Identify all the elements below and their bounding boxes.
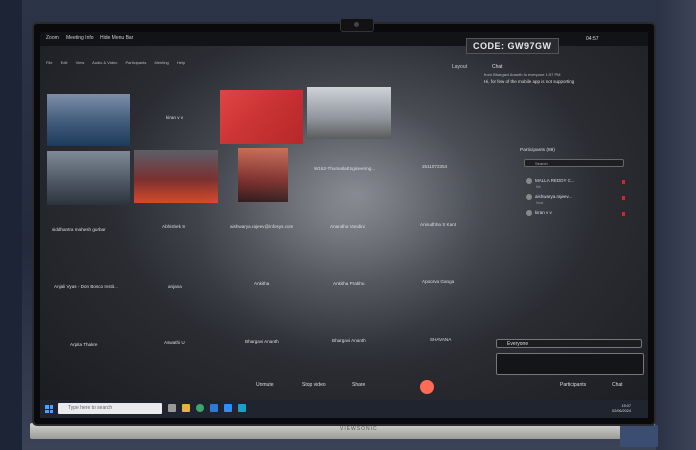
tile-name: Arpita Thakre bbox=[70, 342, 98, 347]
chat-recipient-dropdown[interactable]: Everyone bbox=[496, 339, 642, 348]
meeting-code-badge: CODE: GW97GW bbox=[466, 38, 559, 54]
end-call-button[interactable] bbox=[420, 380, 434, 394]
mic-muted-icon bbox=[622, 212, 625, 216]
tile-name: anjana bbox=[168, 284, 182, 289]
participant-row[interactable]: aishwarya.rajeev... bbox=[526, 194, 572, 200]
share-button[interactable]: Share bbox=[352, 382, 365, 388]
participant-row[interactable]: MALLA REDDY C... bbox=[526, 178, 575, 184]
video-tile-hall[interactable] bbox=[47, 151, 130, 205]
webcam-lens bbox=[354, 22, 359, 27]
participant-role: Me bbox=[536, 185, 541, 189]
video-tile-people[interactable] bbox=[238, 148, 288, 202]
menu-file[interactable]: File bbox=[46, 60, 52, 65]
menu-audio-video[interactable]: Audio & Video bbox=[92, 60, 117, 65]
window-clock: 04:57 bbox=[586, 36, 599, 42]
monitor-brand: VIEWSONIC bbox=[340, 426, 378, 432]
task-view-icon[interactable] bbox=[168, 404, 176, 412]
file-explorer-icon[interactable] bbox=[182, 404, 190, 412]
wall-right bbox=[656, 0, 696, 450]
tile-name: Apoorva Ganga bbox=[422, 279, 455, 284]
menu-help[interactable]: Help bbox=[177, 60, 185, 65]
zoom-icon[interactable] bbox=[224, 404, 232, 412]
chat-message-text: Hi, for few of the mobile app is not sup… bbox=[484, 79, 575, 84]
monitor-screen: Zoom Meeting Info Hide Menu Bar CODE: GW… bbox=[40, 32, 648, 418]
wall-left bbox=[0, 0, 22, 450]
edge-icon[interactable] bbox=[210, 404, 218, 412]
stop-video-button[interactable]: Stop video bbox=[302, 382, 326, 388]
video-tile-classroom[interactable] bbox=[47, 94, 130, 146]
hide-menu-bar-link[interactable]: Hide Menu Bar bbox=[100, 35, 133, 41]
tile-name: 2511072354 bbox=[422, 164, 448, 169]
system-clock: 15:07 02/06/2024 bbox=[612, 404, 631, 414]
unmute-button[interactable]: Unmute bbox=[256, 382, 274, 388]
app-title: Zoom bbox=[46, 35, 59, 41]
tile-name: SHAVANA bbox=[430, 337, 452, 342]
video-tile-red-screen[interactable] bbox=[220, 90, 303, 144]
video-tile-auditorium[interactable] bbox=[134, 150, 218, 203]
menu-edit[interactable]: Edit bbox=[61, 60, 68, 65]
participant-role: Host bbox=[536, 201, 544, 205]
tile-name: Abhishek S bbox=[162, 224, 186, 229]
avatar bbox=[526, 194, 532, 200]
mic-muted-icon bbox=[622, 196, 625, 200]
tile-name: Aswathi U bbox=[164, 340, 185, 345]
tile-name: Ankitha bbox=[254, 281, 270, 286]
tile-name: Ankitha Prabhu bbox=[333, 281, 365, 286]
cable-box bbox=[620, 425, 658, 447]
participant-row[interactable]: kiran v v bbox=[526, 210, 552, 216]
menu-participants[interactable]: Participants bbox=[126, 60, 147, 65]
menu-view[interactable]: View bbox=[76, 60, 85, 65]
layout-button[interactable]: Layout bbox=[452, 64, 467, 70]
chrome-icon[interactable] bbox=[196, 404, 204, 412]
windows-start-icon[interactable] bbox=[45, 405, 53, 413]
meeting-controls-bar: Unmute Stop video Share Participants Cha… bbox=[40, 378, 648, 394]
system-date: 02/06/2024 bbox=[612, 409, 632, 413]
webcam bbox=[340, 18, 374, 32]
taskbar-search-input[interactable]: Type here to search bbox=[58, 403, 162, 414]
chat-message-sender: from Bhargavi Ananth to everyone 1:57 PM bbox=[484, 72, 561, 77]
mic-muted-icon bbox=[622, 180, 625, 184]
participants-search-input[interactable]: Search bbox=[524, 159, 624, 167]
participant-name: kiran v v bbox=[535, 210, 552, 216]
chat-header: Chat bbox=[492, 64, 503, 70]
participants-button[interactable]: Participants bbox=[560, 382, 586, 388]
meeting-info-link[interactable]: Meeting Info bbox=[66, 35, 94, 41]
windows-taskbar: Type here to search 15:07 02/06/2024 bbox=[40, 400, 648, 418]
avatar bbox=[526, 210, 532, 216]
chat-message-input[interactable] bbox=[496, 353, 644, 375]
tile-name: aishwarya.rajeev@infosys.com bbox=[230, 224, 294, 229]
tile-name: Anjali Vyas - Don Bosco Instit... bbox=[54, 284, 118, 289]
participant-name: MALLA REDDY C... bbox=[535, 178, 575, 184]
menu-bar: File Edit View Audio & Video Participant… bbox=[46, 60, 192, 65]
chat-button[interactable]: Chat bbox=[612, 382, 623, 388]
participants-title: Participants (88) bbox=[520, 148, 555, 153]
tile-name: Anandha Vandini bbox=[330, 224, 365, 229]
tile-name: W162-ThumaIlaEngineering... bbox=[314, 166, 376, 171]
video-tile-room[interactable] bbox=[307, 87, 391, 139]
tile-name: Bhargavi Ananth bbox=[332, 338, 366, 343]
tile-name: siddhantra mahesh gurbar bbox=[52, 227, 106, 232]
tile-name: kiran v v bbox=[166, 115, 184, 120]
tile-name: Bhargavi Ananth bbox=[245, 339, 279, 344]
menu-meeting[interactable]: Meeting bbox=[155, 60, 169, 65]
participant-name: aishwarya.rajeev... bbox=[535, 194, 573, 200]
app-icon[interactable] bbox=[238, 404, 246, 412]
tile-name: Anirudhha S Kant bbox=[420, 222, 457, 227]
avatar bbox=[526, 178, 532, 184]
